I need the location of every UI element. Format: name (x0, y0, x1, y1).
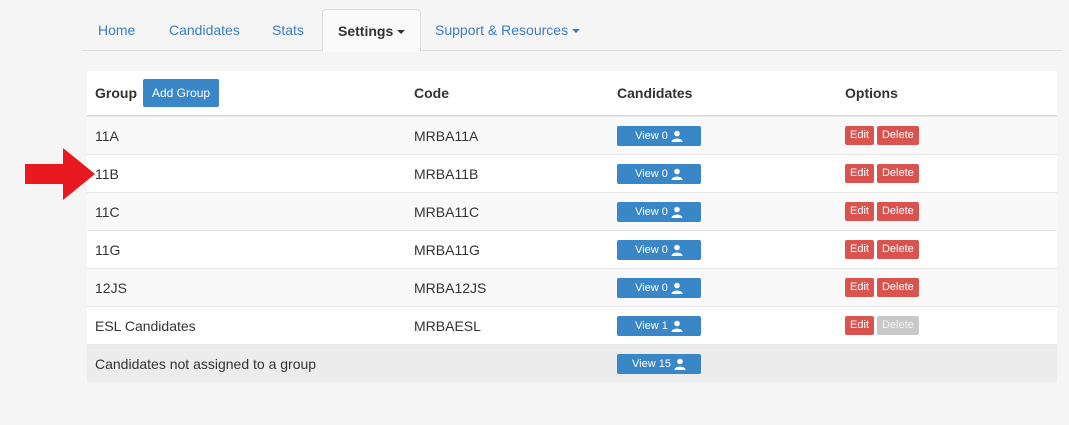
cell-options: Edit Delete (845, 117, 922, 154)
user-icon (671, 130, 683, 142)
groups-table: Group Add Group Code Candidates Options … (87, 71, 1057, 382)
delete-button[interactable]: Delete (876, 278, 919, 297)
view-label: View 0 (635, 167, 668, 180)
edit-button[interactable]: Edit (845, 316, 874, 335)
view-label: View 0 (635, 243, 668, 256)
cell-view: View 0 (617, 117, 701, 154)
delete-button[interactable]: Delete (876, 202, 919, 221)
main-nav: Home Candidates Stats Settings Support &… (82, 9, 1062, 52)
tab-settings-label: Settings (338, 23, 394, 39)
cell-code: MRBA11B (414, 165, 479, 182)
delete-button[interactable]: Delete (876, 240, 919, 259)
view-candidates-button[interactable]: View 0 (617, 277, 701, 298)
cell-group: 11G (95, 241, 121, 258)
view-candidates-button[interactable]: View 1 (617, 315, 701, 336)
cell-code: MRBA11A (414, 127, 479, 144)
cell-view: View 1 (617, 307, 701, 344)
view-candidates-button[interactable]: View 0 (617, 239, 701, 260)
table-row: 11G MRBA11G View 0 Edit Delete (87, 230, 1057, 268)
cell-options: Edit Delete (845, 155, 922, 192)
tab-support-resources[interactable]: Support & Resources (435, 9, 581, 51)
edit-button[interactable]: Edit (845, 278, 874, 297)
cell-code: MRBA11C (414, 203, 480, 220)
cell-view: View 0 (617, 155, 701, 192)
cell-group: 11C (95, 203, 120, 220)
cell-view: View 0 (617, 231, 701, 268)
cell-code: MRBA11G (414, 241, 480, 258)
cell-options: Edit Delete (845, 193, 922, 230)
cell-view: View 15 (617, 345, 701, 382)
tab-settings[interactable]: Settings (322, 9, 422, 52)
view-label: View 15 (632, 357, 671, 370)
table-header: Group Add Group Code Candidates Options (87, 71, 1057, 116)
table-row: 11A MRBA11A View 0 Edit Delete (87, 116, 1057, 154)
header-options: Options (845, 85, 898, 101)
user-icon (674, 358, 686, 370)
delete-button: Delete (876, 316, 919, 335)
tab-candidates[interactable]: Candidates (169, 9, 240, 51)
view-candidates-button[interactable]: View 0 (617, 201, 701, 222)
edit-button[interactable]: Edit (845, 126, 874, 145)
edit-button[interactable]: Edit (845, 164, 874, 183)
view-candidates-button[interactable]: View 15 (617, 353, 701, 374)
cell-group: 12JS (95, 279, 127, 296)
cell-group: ESL Candidates (95, 317, 196, 334)
table-row-unassigned: Candidates not assigned to a group View … (87, 344, 1057, 382)
header-group: Group Add Group (95, 71, 220, 115)
cell-view: View 0 (617, 193, 701, 230)
table-row: 12JS MRBA12JS View 0 Edit Delete (87, 268, 1057, 306)
cell-code: MRBA12JS (414, 279, 487, 296)
cell-options: Edit Delete (845, 269, 922, 306)
user-icon (671, 206, 683, 218)
user-icon (671, 168, 683, 180)
tab-stats[interactable]: Stats (272, 9, 304, 51)
user-icon (671, 282, 683, 294)
tab-support-label: Support & Resources (435, 22, 569, 38)
cell-group: 11A (95, 127, 119, 144)
table-row: ESL Candidates MRBAESL View 1 Edit Delete (87, 306, 1057, 344)
add-group-button[interactable]: Add Group (143, 79, 220, 107)
chevron-down-icon (572, 29, 581, 34)
header-candidates: Candidates (617, 85, 693, 101)
edit-button[interactable]: Edit (845, 240, 874, 259)
view-candidates-button[interactable]: View 0 (617, 163, 701, 184)
view-label: View 0 (635, 281, 668, 294)
table-row: 11C MRBA11C View 0 Edit Delete (87, 192, 1057, 230)
cell-options: Edit Delete (845, 231, 922, 268)
view-label: View 0 (635, 129, 668, 142)
view-label: View 1 (635, 319, 668, 332)
view-label: View 0 (635, 205, 668, 218)
tab-home[interactable]: Home (98, 9, 135, 51)
user-icon (671, 320, 683, 332)
chevron-down-icon (397, 30, 406, 35)
delete-button[interactable]: Delete (876, 126, 919, 145)
cell-view: View 0 (617, 269, 701, 306)
header-group-label: Group (95, 85, 137, 101)
edit-button[interactable]: Edit (845, 202, 874, 221)
cell-options: Edit Delete (845, 307, 922, 344)
view-candidates-button[interactable]: View 0 (617, 125, 701, 146)
cell-code: MRBAESL (414, 317, 481, 334)
delete-button[interactable]: Delete (876, 164, 919, 183)
user-icon (671, 244, 683, 256)
table-row: 11B MRBA11B View 0 Edit Delete (87, 154, 1057, 192)
cell-group: 11B (95, 165, 119, 182)
unassigned-label: Candidates not assigned to a group (95, 355, 317, 372)
header-code: Code (414, 85, 449, 101)
red-arrow-annotation (25, 148, 95, 200)
